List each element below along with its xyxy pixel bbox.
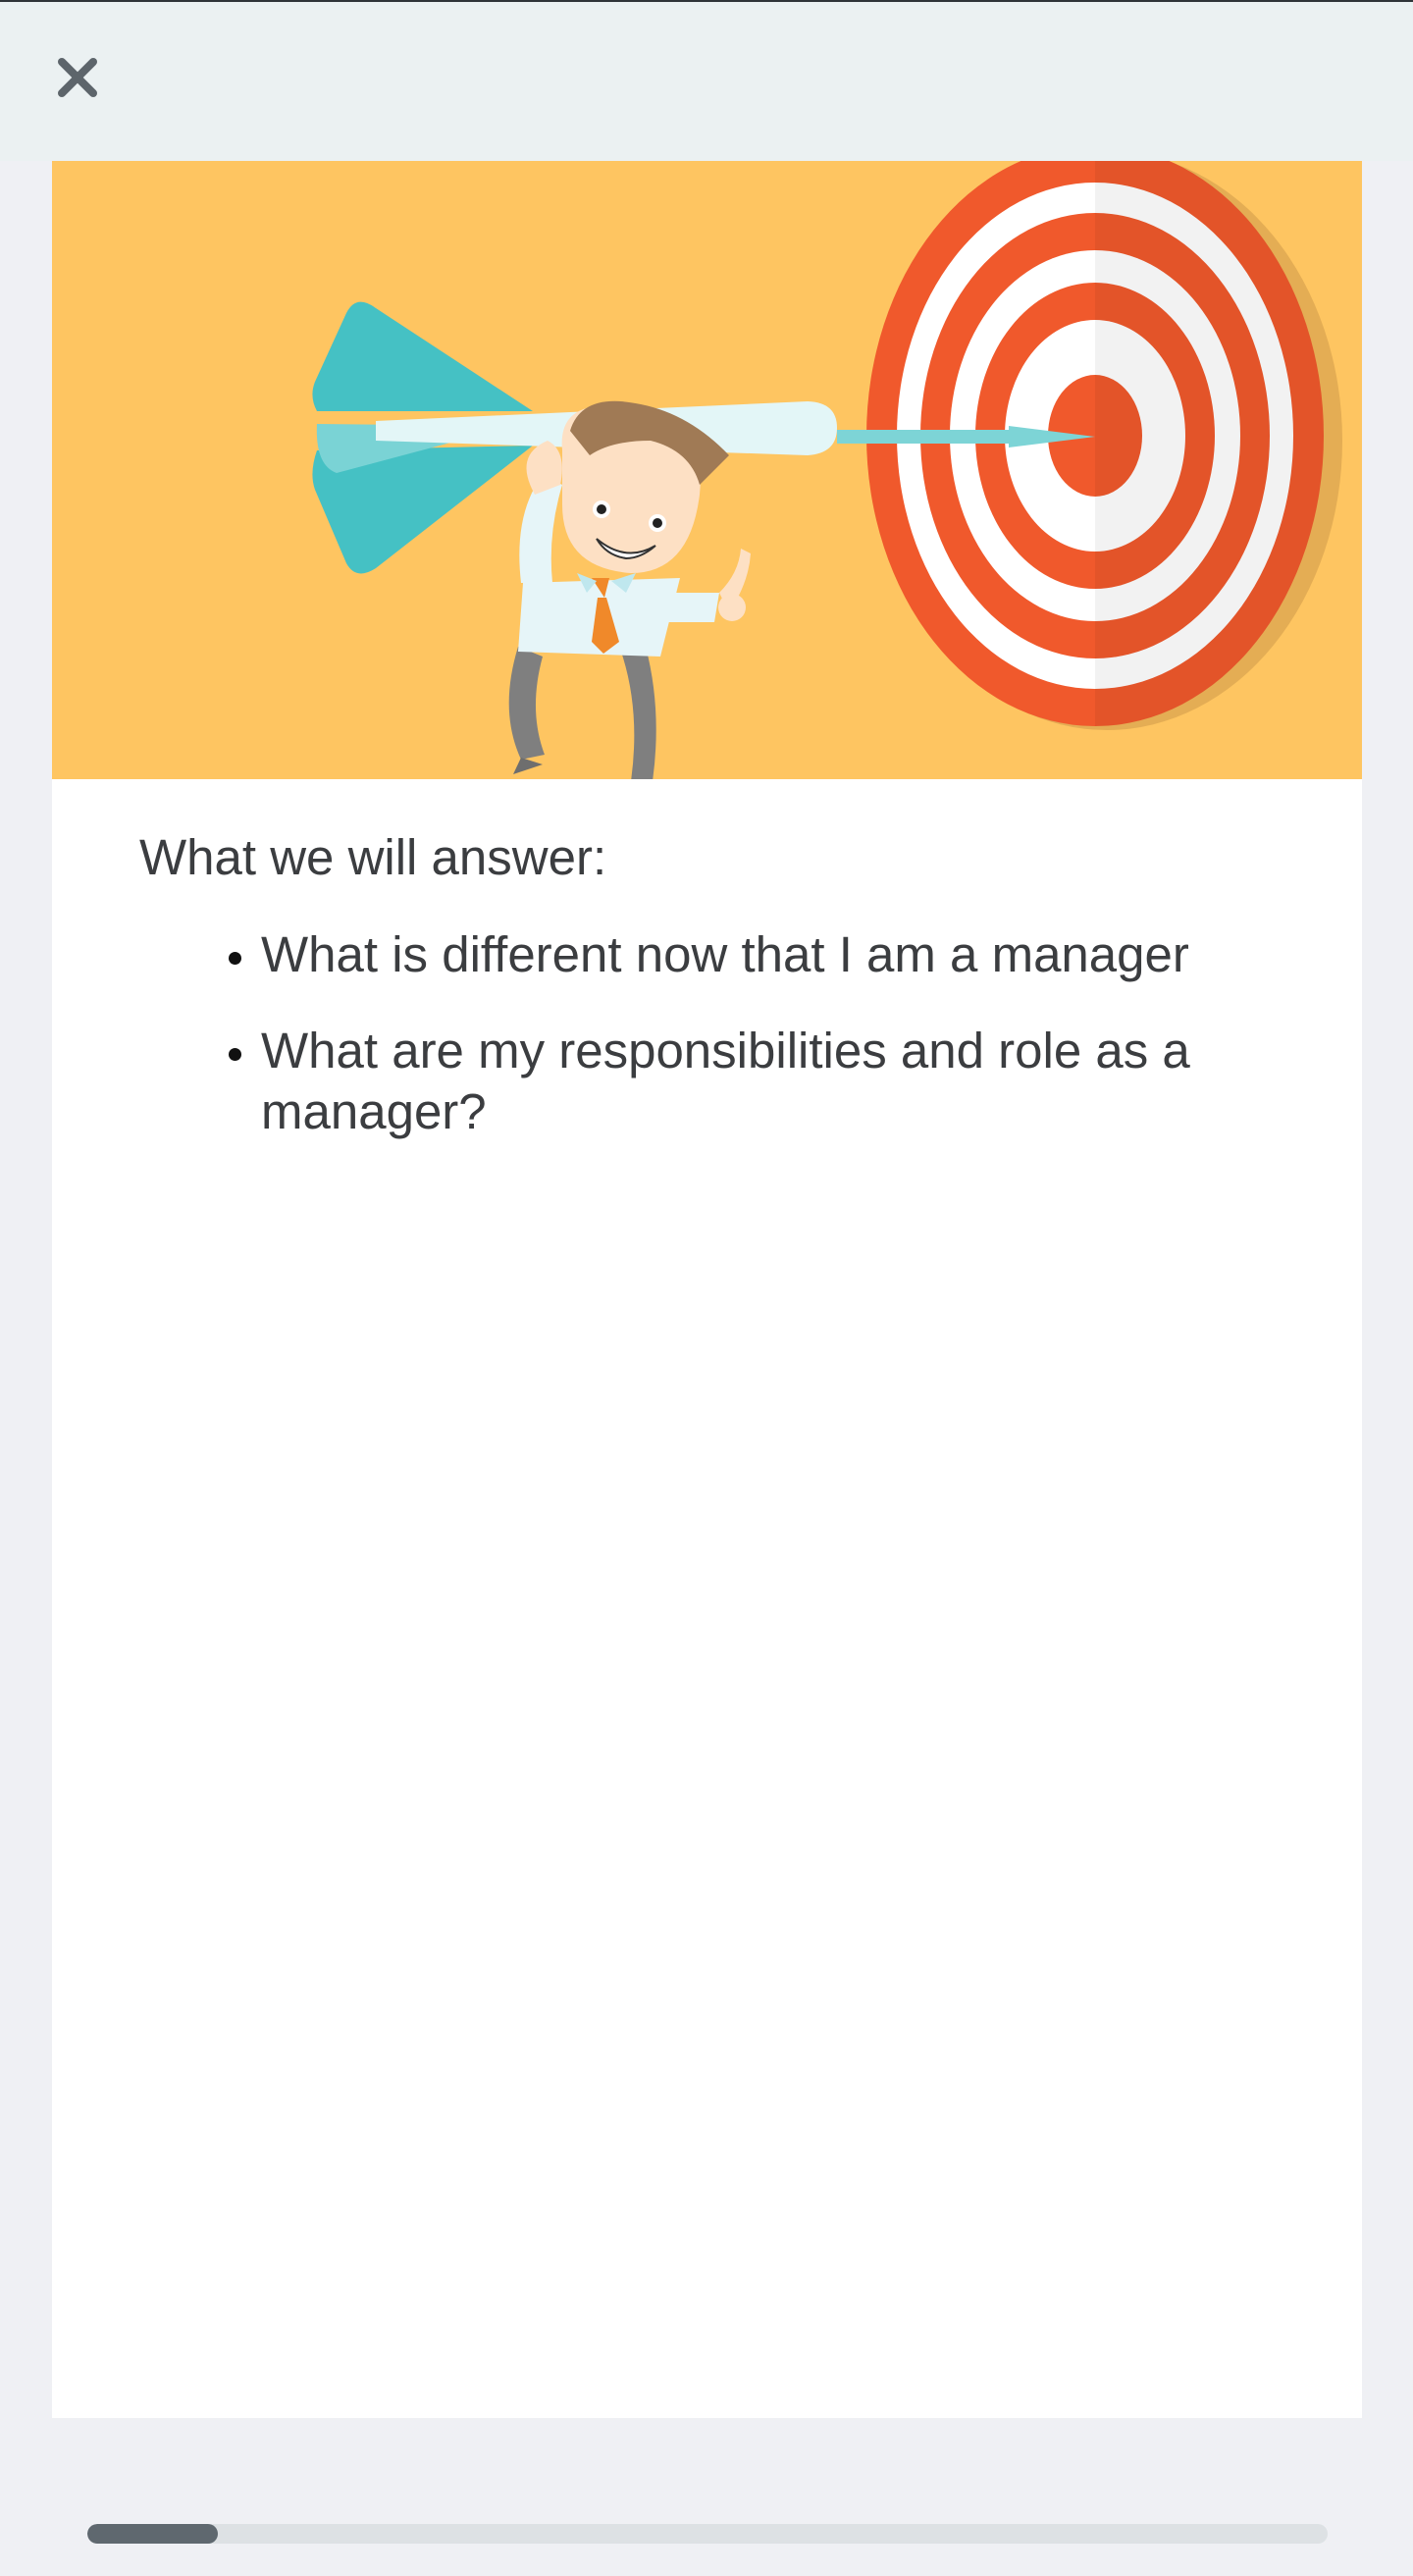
top-bar bbox=[0, 0, 1413, 161]
close-button[interactable] bbox=[47, 47, 108, 108]
dart-target-illustration bbox=[312, 161, 1342, 779]
section-heading: What we will answer: bbox=[139, 829, 607, 885]
answer-list: What is different now that I am a manage… bbox=[139, 924, 1278, 1142]
list-item: What is different now that I am a manage… bbox=[261, 924, 1278, 985]
progress-fill bbox=[87, 2524, 218, 2544]
lesson-card: What we will answer: What is different n… bbox=[52, 161, 1362, 2418]
businessman-figure bbox=[508, 400, 751, 779]
lesson-content: What we will answer: What is different n… bbox=[139, 828, 1278, 1178]
lesson-progress-bar bbox=[87, 2524, 1328, 2544]
close-icon bbox=[58, 58, 97, 97]
hero-illustration bbox=[52, 161, 1362, 779]
list-item: What are my responsibilities and role as… bbox=[261, 1021, 1278, 1142]
